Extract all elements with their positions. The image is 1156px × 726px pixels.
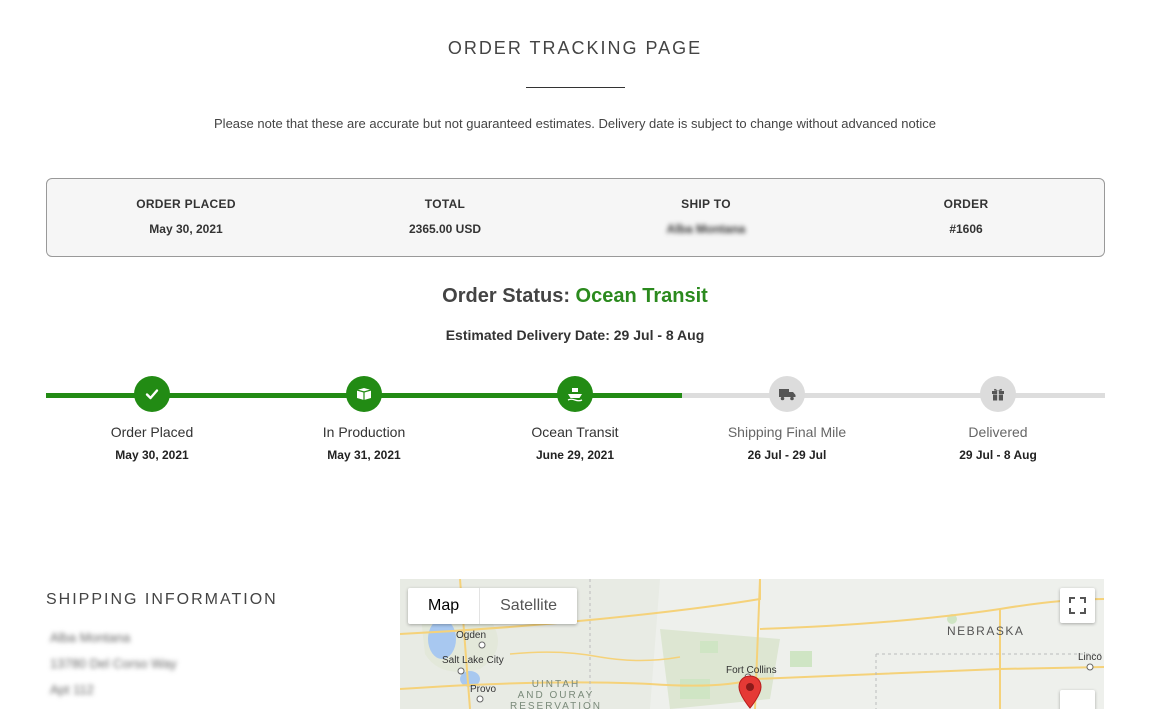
box-icon <box>346 376 382 412</box>
total-label: TOTAL <box>424 197 466 211</box>
total-value: 2365.00 USD <box>408 222 482 236</box>
reservation-line-3: RESERVATION <box>509 701 602 709</box>
fullscreen-icon <box>1069 597 1086 614</box>
map-label-lincoln: Linco <box>1078 652 1102 663</box>
truck-icon <box>769 376 805 412</box>
order-summary-box: ORDER PLACED May 30, 2021 TOTAL 2365.00 … <box>46 178 1105 257</box>
order-status-prefix: Order Status: <box>442 285 576 307</box>
summary-order: ORDER #1606 <box>836 197 1096 236</box>
step-label: Ocean Transit <box>531 424 619 440</box>
reservation-line-1: UINTAH <box>531 679 581 690</box>
summary-total: TOTAL 2365.00 USD <box>315 197 575 236</box>
reservation-line-2: AND OURAY <box>517 690 595 701</box>
estimated-delivery-date: Estimated Delivery Date: 29 Jul - 8 Aug <box>445 327 705 343</box>
step-shipping-final-mile: Shipping Final Mile 26 Jul - 29 Jul <box>687 376 887 462</box>
map-label-salt-lake-city: Salt Lake City <box>442 655 504 666</box>
map-label-provo: Provo <box>470 684 497 695</box>
map-label-ogden: Ogden <box>456 630 487 641</box>
tab-map[interactable]: Map <box>408 588 481 624</box>
fullscreen-button[interactable] <box>1060 588 1095 623</box>
step-ocean-transit: Ocean Transit June 29, 2021 <box>475 376 675 462</box>
location-marker-icon[interactable] <box>738 675 762 709</box>
step-date: 29 Jul - 8 Aug <box>959 448 1037 462</box>
step-label: Shipping Final Mile <box>727 424 847 440</box>
check-icon <box>134 376 170 412</box>
order-label: ORDER <box>943 197 989 211</box>
step-date: June 29, 2021 <box>535 448 615 462</box>
step-order-placed: Order Placed May 30, 2021 <box>52 376 252 462</box>
ship-icon <box>557 376 593 412</box>
shipping-info-heading: SHIPPING INFORMATION <box>46 591 278 608</box>
shipping-map[interactable]: Ogden Salt Lake City Provo Fort Collins … <box>400 579 1104 709</box>
order-status-heading: Order Status: Ocean Transit <box>0 285 1150 308</box>
order-placed-value: May 30, 2021 <box>149 222 223 236</box>
ship-to-label: SHIP TO <box>681 197 731 211</box>
gift-icon <box>980 376 1016 412</box>
map-type-tabs: Map Satellite <box>408 588 578 624</box>
shipping-name: Alba Montana <box>50 630 131 645</box>
page-title: ORDER TRACKING PAGE <box>447 38 703 58</box>
tab-satellite[interactable]: Satellite <box>480 588 577 624</box>
shipping-street: 13780 Del Corso Way <box>50 656 177 671</box>
step-label: Order Placed <box>110 424 194 440</box>
step-delivered: Delivered 29 Jul - 8 Aug <box>898 376 1098 462</box>
step-label: Delivered <box>968 424 1028 440</box>
summary-ship-to: SHIP TO Alba Montana <box>576 197 836 236</box>
summary-order-placed: ORDER PLACED May 30, 2021 <box>56 197 316 236</box>
step-date: May 31, 2021 <box>327 448 401 462</box>
zoom-button[interactable] <box>1060 690 1095 709</box>
estimate-notice: Please note that these are accurate but … <box>214 116 936 131</box>
map-label-reservation: UINTAH AND OURAY RESERVATION <box>506 679 606 709</box>
order-number: #1606 <box>949 222 983 236</box>
map-label-nebraska: NEBRASKA <box>947 624 1025 638</box>
order-placed-label: ORDER PLACED <box>136 197 236 211</box>
step-date: May 30, 2021 <box>115 448 189 462</box>
order-status-value: Ocean Transit <box>575 285 708 307</box>
step-date: 26 Jul - 29 Jul <box>747 448 827 462</box>
shipping-unit: Apt 112 <box>50 682 94 697</box>
title-divider <box>526 87 625 88</box>
ship-to-value: Alba Montana <box>666 222 746 236</box>
step-in-production: In Production May 31, 2021 <box>264 376 464 462</box>
step-label: In Production <box>322 424 406 440</box>
